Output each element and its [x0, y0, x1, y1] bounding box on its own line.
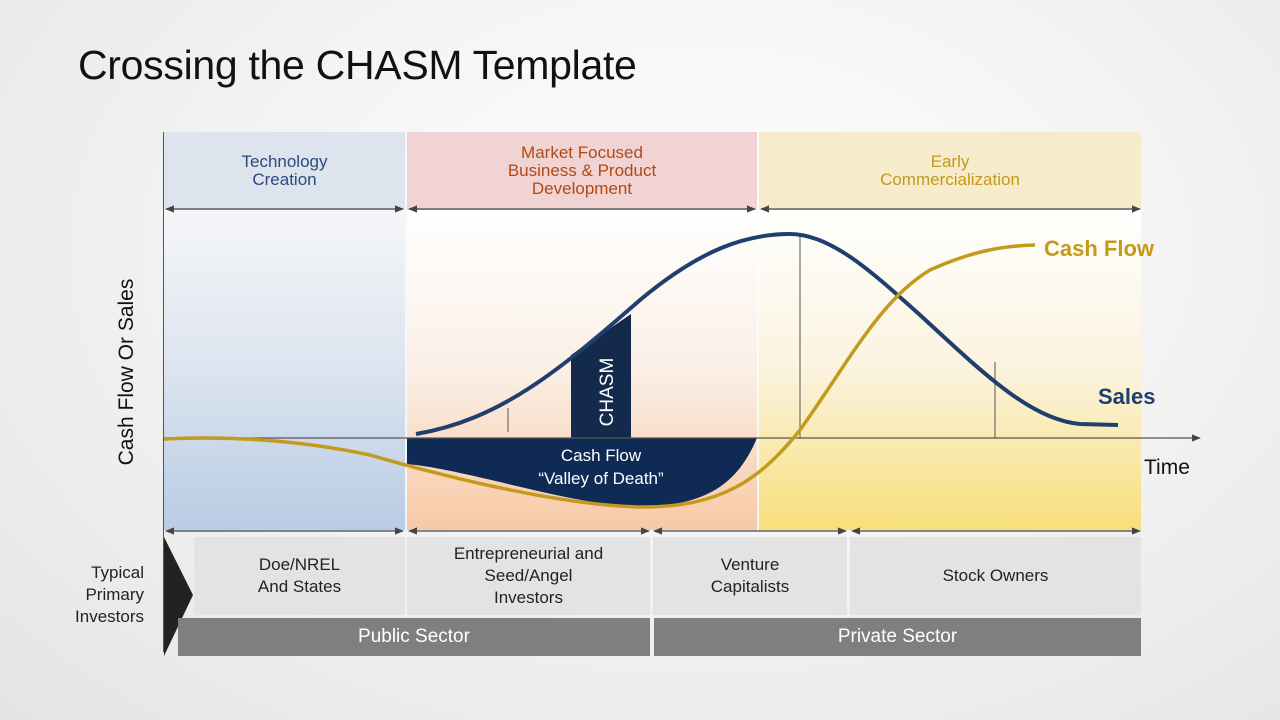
sales-curve [415, 231, 1119, 436]
cash-flow-series-label: Cash Flow [1044, 236, 1155, 261]
chasm-label: CHASM [597, 358, 618, 427]
investor-line: Seed/Angel [484, 566, 573, 585]
investor-line: Capitalists [710, 577, 790, 596]
investor-cell-venture-capitalists: Venture Capitalists [653, 537, 847, 615]
investor-cell-doe-nrel: Doe/NREL And States [194, 537, 405, 615]
sector-public: Public Sector [178, 618, 650, 656]
investor-line: Venture [720, 555, 780, 574]
investor-cell-stock-owners: Stock Owners [850, 537, 1141, 615]
sales-series-label: Sales [1098, 384, 1156, 409]
investor-line: Entrepreneurial and [453, 544, 604, 563]
x-axis-label: Time [1144, 456, 1190, 479]
investor-line: Doe/NREL [258, 555, 341, 574]
row-label-line: Primary [85, 585, 144, 604]
row-label-line: Typical [91, 563, 144, 582]
investor-line: Stock Owners [942, 566, 1049, 585]
investor-cell-seed-angel: Entrepreneurial and Seed/Angel Investors [407, 537, 650, 615]
investor-line: Investors [494, 588, 563, 607]
valley-label-line-1: Cash Flow [561, 446, 642, 465]
investors-row-label: Typical Primary Investors [50, 562, 144, 628]
sector-private: Private Sector [654, 618, 1141, 656]
row-label-line: Investors [75, 607, 144, 626]
valley-label-line-2: “Valley of Death” [538, 469, 664, 488]
investor-line: And States [257, 577, 342, 596]
